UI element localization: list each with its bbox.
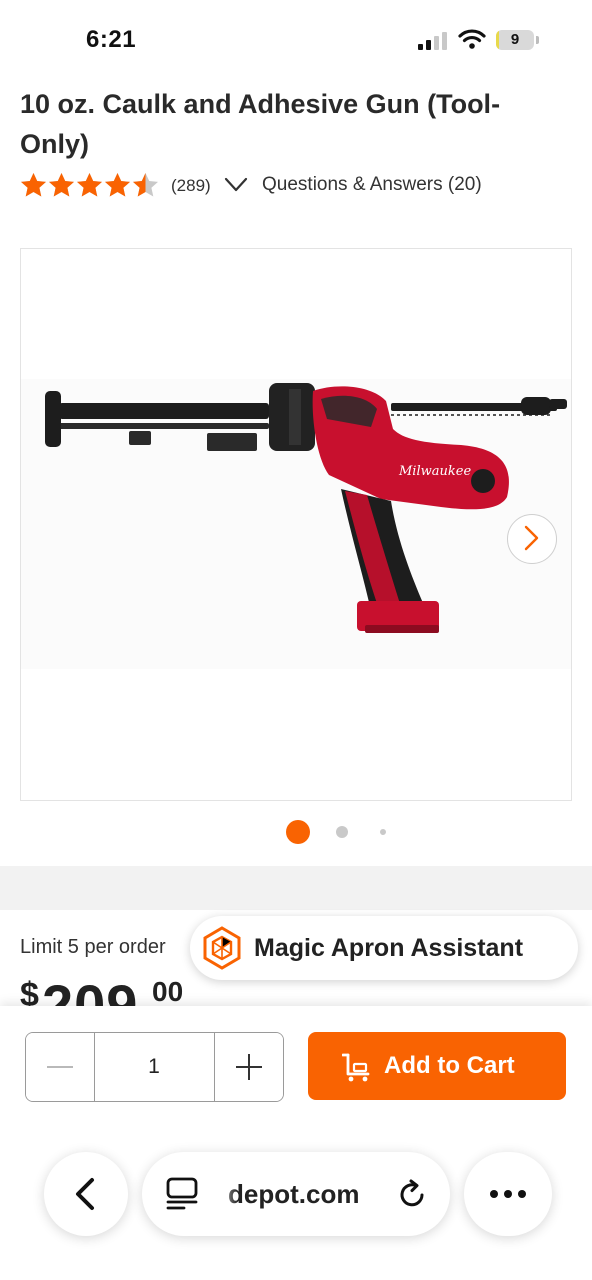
status-time: 6:21 [86, 26, 137, 53]
next-image-button[interactable] [507, 514, 557, 564]
chevron-left-icon [76, 1178, 94, 1210]
star-icon [21, 173, 46, 197]
product-image-frame[interactable]: Milwaukee [20, 248, 572, 801]
questions-answers-link[interactable]: Questions & Answers (20) [262, 174, 482, 196]
browser-back-button[interactable] [44, 1152, 128, 1236]
quantity-stepper[interactable]: 1 [25, 1032, 284, 1102]
price-currency: $ [20, 976, 39, 1008]
product-title: 10 oz. Caulk and Adhesive Gun (Tool-Only… [20, 89, 501, 159]
reload-icon[interactable] [396, 1178, 428, 1210]
cellular-signal-icon [418, 32, 447, 50]
chevron-right-icon [524, 525, 539, 551]
price: $ 209 00 [20, 972, 200, 1008]
cart-icon [342, 1053, 370, 1082]
more-dots-icon [490, 1190, 526, 1198]
add-to-cart-label: Add to Cart [384, 1052, 515, 1079]
star-icon [133, 173, 158, 197]
battery-indicator: 9 [496, 30, 540, 50]
purchase-limit: Limit 5 per order [20, 936, 166, 958]
review-count[interactable]: (289) [171, 176, 211, 196]
address-bar[interactable]: depot.com [142, 1152, 450, 1236]
wifi-icon [458, 29, 486, 49]
quantity-input[interactable]: 1 [95, 1033, 213, 1101]
price-dollars: 209 [42, 973, 139, 1008]
url-text: depot.com [228, 1179, 360, 1209]
battery-level: 9 [510, 31, 520, 48]
caulk-gun-image: Milwaukee [21, 379, 571, 669]
brand-mark: Milwaukee [398, 464, 471, 479]
carousel-dot-2[interactable] [336, 826, 348, 838]
star-icon [49, 173, 74, 197]
star-icon [77, 173, 102, 197]
section-divider [0, 866, 592, 910]
rating-stars[interactable] [20, 172, 159, 200]
increase-quantity-button[interactable] [214, 1033, 283, 1101]
star-icon [105, 173, 130, 197]
carousel-dot-3[interactable] [380, 829, 386, 835]
decrease-quantity-button[interactable] [26, 1033, 95, 1101]
price-cents: 00 [152, 976, 184, 1007]
assistant-label: Magic Apron Assistant [254, 934, 524, 962]
carousel-dot-1[interactable] [286, 820, 310, 844]
magic-apron-assistant-button[interactable]: Magic Apron Assistant [190, 916, 578, 980]
more-options-button[interactable] [464, 1152, 552, 1236]
add-to-cart-button[interactable]: Add to Cart [308, 1032, 566, 1100]
chevron-down-icon[interactable] [224, 176, 248, 194]
reader-mode-icon [166, 1177, 198, 1210]
magic-apron-icon [203, 926, 241, 970]
